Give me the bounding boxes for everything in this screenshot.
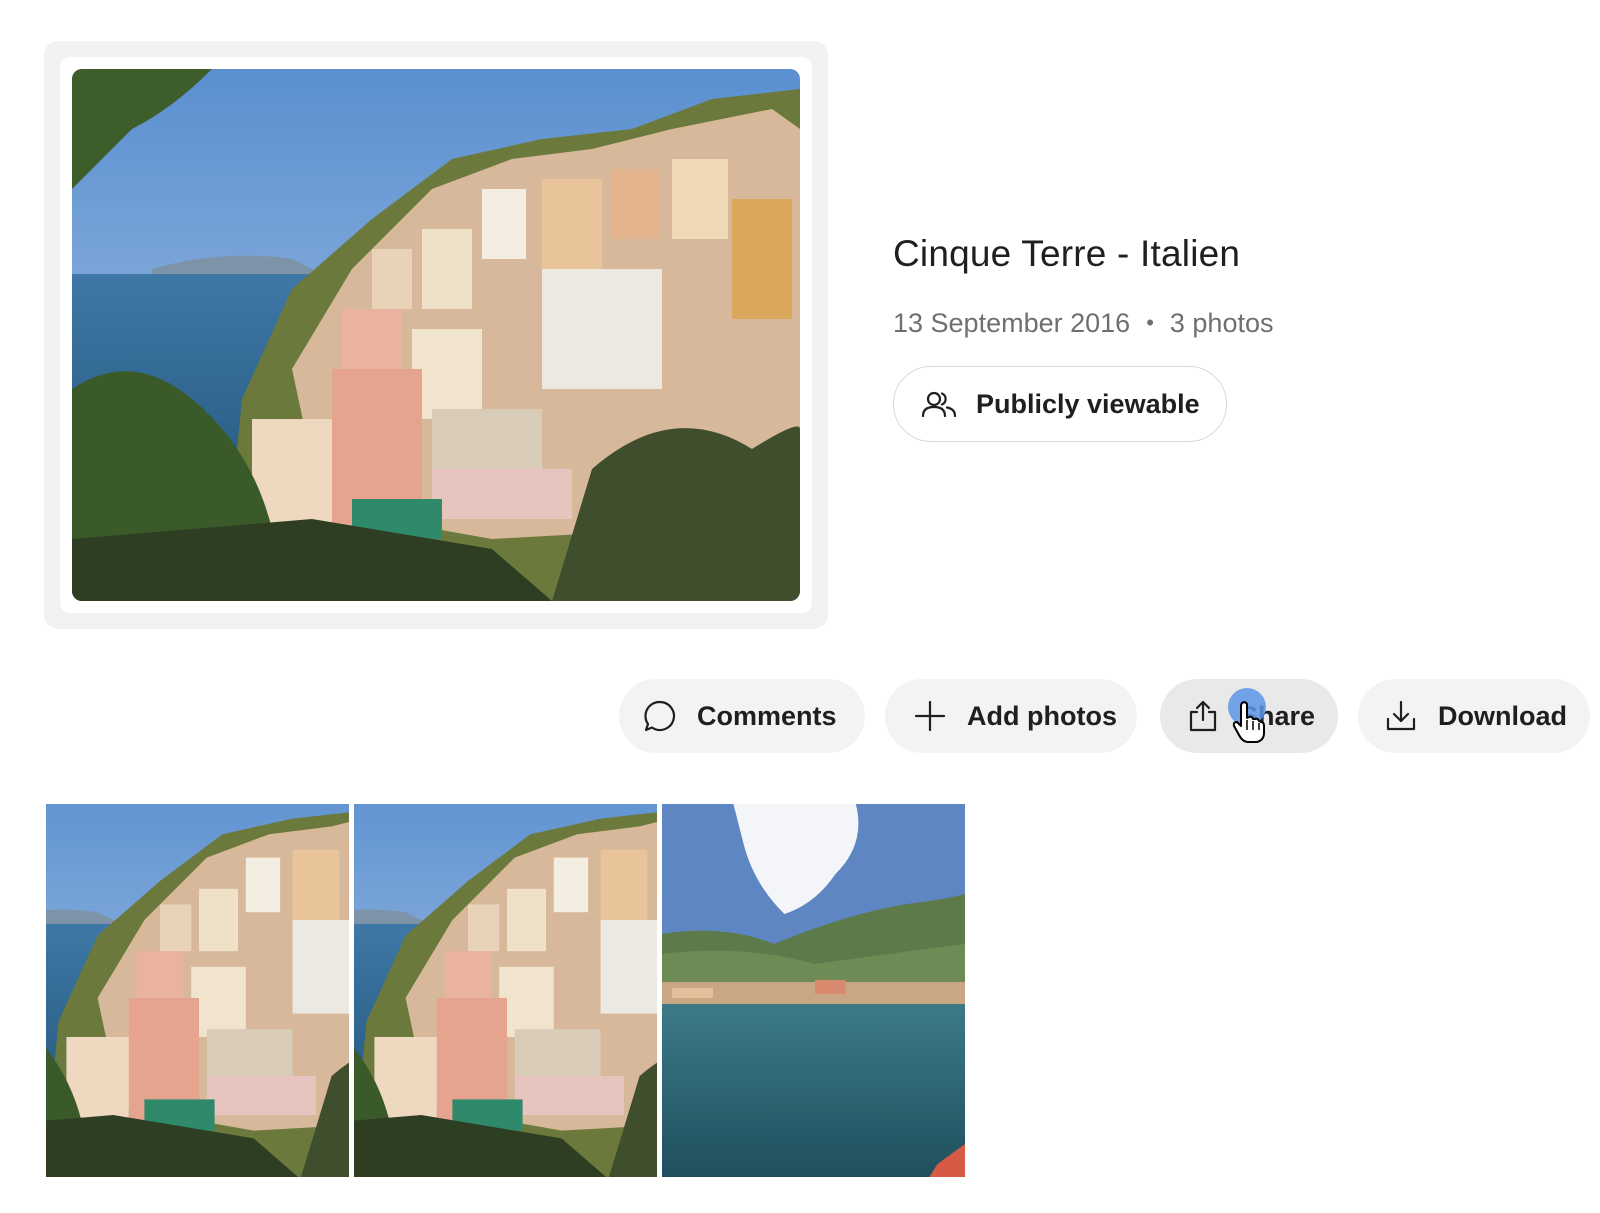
photo-thumbnail[interactable] xyxy=(354,804,657,1177)
village-photo xyxy=(46,804,349,1177)
album-cover-photo[interactable] xyxy=(72,69,800,601)
album-meta: 13 September 2016 • 3 photos xyxy=(893,308,1273,339)
visibility-label: Publicly viewable xyxy=(976,388,1200,419)
speech-bubble-icon xyxy=(643,699,677,733)
album-cover-frame xyxy=(60,57,812,613)
album-photo-count: 3 photos xyxy=(1169,308,1274,338)
users-icon xyxy=(920,390,958,418)
add-photos-label: Add photos xyxy=(967,700,1117,731)
plus-icon xyxy=(913,699,947,733)
hand-cursor-icon xyxy=(1232,701,1265,743)
photo-thumbnail[interactable] xyxy=(662,804,965,1177)
album-title: Cinque Terre - Italien xyxy=(893,233,1241,274)
photo-thumbnail[interactable] xyxy=(46,804,349,1177)
comments-button[interactable]: Comments xyxy=(619,679,865,753)
village-photo xyxy=(354,804,657,1177)
album-cover-card xyxy=(44,41,828,629)
download-label: Download xyxy=(1438,700,1567,731)
share-icon xyxy=(1186,699,1220,733)
download-icon xyxy=(1384,699,1418,733)
bay-photo xyxy=(662,804,965,1177)
download-button[interactable]: Download xyxy=(1358,679,1590,753)
album-date: 13 September 2016 xyxy=(893,308,1131,338)
meta-separator: • xyxy=(1146,310,1154,335)
add-photos-button[interactable]: Add photos xyxy=(885,679,1137,753)
visibility-button[interactable]: Publicly viewable xyxy=(893,366,1227,442)
comments-label: Comments xyxy=(697,700,837,731)
